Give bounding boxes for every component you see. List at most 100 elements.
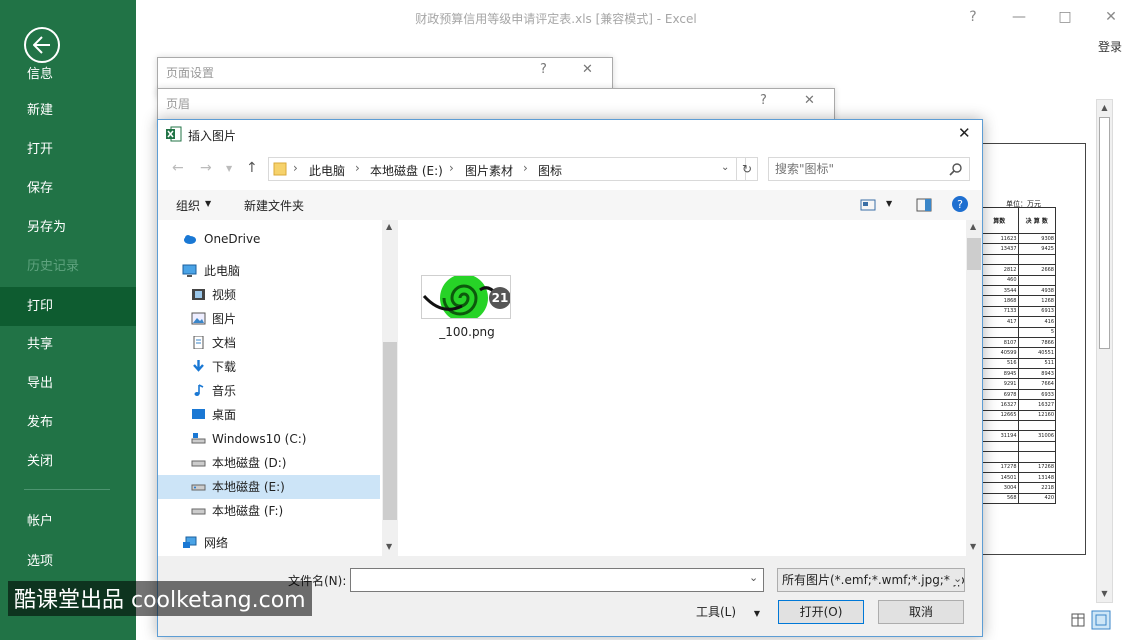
close-icon[interactable]: ✕ (958, 124, 971, 142)
scroll-up-arrow-icon[interactable]: ▲ (970, 222, 976, 231)
sidebar-item-save[interactable]: 保存 (0, 170, 136, 208)
minimize-icon[interactable]: — (1004, 6, 1034, 28)
help-icon[interactable]: ? (760, 93, 767, 108)
nav-item-drive-d[interactable]: 本地磁盘 (D:) (158, 451, 380, 475)
scroll-thumb[interactable] (1099, 117, 1110, 349)
search-icon[interactable] (949, 162, 963, 176)
drive-icon (191, 484, 206, 491)
sidebar-item-options[interactable]: 选项 (0, 543, 136, 581)
search-input[interactable] (775, 161, 945, 177)
scroll-thumb[interactable] (967, 238, 981, 270)
back-icon[interactable]: ← (172, 160, 184, 176)
sidebar-item-save-as[interactable]: 另存为 (0, 209, 136, 247)
nav-item-desktop[interactable]: 桌面 (158, 403, 380, 427)
nav-item-drive-f[interactable]: 本地磁盘 (F:) (158, 499, 380, 523)
up-icon[interactable]: ↑ (246, 160, 258, 176)
view-chevron-icon[interactable]: ▼ (886, 199, 892, 208)
breadcrumb-item[interactable]: 此电脑 (309, 162, 345, 179)
scroll-up-arrow-icon[interactable]: ▲ (1097, 100, 1112, 116)
filename-field[interactable]: ⌄ (350, 568, 764, 592)
sidebar-item-export[interactable]: 导出 (0, 365, 136, 403)
scroll-down-arrow-icon[interactable]: ▼ (386, 542, 392, 551)
window-close-icon[interactable]: ✕ (1096, 6, 1126, 28)
insert-picture-dialog: 插入图片 ✕ ← → ▼ ↑ › 此电脑 › 本地磁盘 (E:) › 图片素材 … (157, 119, 983, 637)
view-options-icon[interactable] (860, 198, 876, 212)
filename-input[interactable] (355, 572, 735, 588)
help-icon[interactable]: ? (540, 62, 547, 77)
picture-icon (191, 312, 206, 325)
file-name: _100.png (439, 325, 495, 339)
nav-item-music[interactable]: 音乐 (158, 379, 380, 403)
nav-scrollbar[interactable]: ▲ ▼ (382, 220, 398, 556)
scroll-down-arrow-icon[interactable]: ▼ (1097, 586, 1112, 602)
filename-dropdown-icon[interactable]: ⌄ (749, 571, 758, 584)
sidebar-item-print[interactable]: 打印 (0, 287, 136, 326)
sidebar-item-share[interactable]: 共享 (0, 326, 136, 364)
back-arrow-icon[interactable] (24, 27, 60, 63)
page-view-icon[interactable] (1091, 610, 1111, 630)
nav-item-pictures[interactable]: 图片 (158, 307, 380, 331)
cancel-button[interactable]: 取消 (878, 600, 964, 624)
nav-item-label: 网络 (204, 536, 229, 550)
document-icon (193, 336, 204, 349)
open-button[interactable]: 打开(O) (778, 600, 864, 624)
file-type-filter[interactable]: 所有图片(*.emf;*.wmf;*.jpg;*.jpeg;*.png) (777, 568, 965, 592)
new-folder-button[interactable]: 新建文件夹 (244, 197, 304, 214)
table-row: 12665 12160 (980, 409, 1056, 422)
breadcrumb-item[interactable]: 图标 (538, 162, 562, 179)
file-scrollbar[interactable]: ▲ ▼ (966, 220, 982, 556)
nav-item-label: 本地磁盘 (D:) (212, 456, 287, 470)
nav-item-documents[interactable]: 文档 (158, 331, 380, 355)
close-icon[interactable]: ✕ (804, 93, 815, 108)
sidebar-item-publish[interactable]: 发布 (0, 404, 136, 442)
table-cell: 1268 (1017, 295, 1056, 307)
scroll-down-arrow-icon[interactable]: ▼ (970, 542, 976, 551)
filter-dropdown-icon[interactable]: ⌄ (951, 572, 963, 585)
drive-icon (191, 460, 206, 467)
recent-chevron-icon[interactable]: ▼ (226, 164, 232, 173)
tools-button[interactable]: 工具(L) ▼ (696, 603, 760, 620)
help-icon[interactable]: ? (951, 195, 969, 213)
preview-scrollbar[interactable]: ▲ ▼ (1096, 99, 1113, 603)
nav-item-onedrive[interactable]: OneDrive (158, 227, 380, 251)
sidebar-item-info[interactable]: 信息 (27, 63, 53, 82)
preview-pane-icon[interactable] (916, 198, 932, 212)
help-icon[interactable]: ? (958, 6, 988, 28)
normal-view-icon[interactable] (1071, 613, 1085, 627)
table-cell: 13437 (980, 243, 1019, 255)
nav-item-drive-c[interactable]: Windows10 (C:) (158, 427, 380, 451)
breadcrumb-item[interactable]: 本地磁盘 (E:) (370, 162, 443, 179)
refresh-icon[interactable]: ↻ (736, 157, 758, 181)
table-row: 17278 17268 (980, 461, 1056, 474)
nav-item-downloads[interactable]: 下载 (158, 355, 380, 379)
scroll-up-arrow-icon[interactable]: ▲ (386, 222, 392, 231)
nav-item-drive-e[interactable]: 本地磁盘 (E:) (158, 475, 380, 499)
table-row: 417 416 (980, 316, 1056, 328)
sidebar-item-new[interactable]: 新建 (0, 92, 136, 130)
file-item[interactable]: 21 _100.png (421, 275, 513, 339)
desktop-icon (192, 409, 205, 419)
table-cell (1017, 440, 1056, 453)
nav-item-video[interactable]: 视频 (158, 283, 380, 307)
nav-item-this-pc[interactable]: 此电脑 (158, 259, 380, 283)
scroll-thumb[interactable] (383, 342, 397, 520)
sidebar-item-open[interactable]: 打开 (0, 131, 136, 169)
view-toggle (1070, 610, 1130, 635)
search-box[interactable] (768, 157, 970, 181)
nav-item-label: 桌面 (212, 408, 237, 422)
breadcrumb-item[interactable]: 图片素材 (465, 162, 513, 179)
table-row: 3004 2218 (980, 482, 1056, 494)
nav-item-network[interactable]: 网络 (158, 531, 380, 555)
login-link[interactable]: 登录 (1098, 38, 1122, 55)
organize-button[interactable]: 组织 (176, 197, 200, 214)
download-icon (193, 360, 204, 372)
sidebar-item-close[interactable]: 关闭 (0, 443, 136, 481)
forward-icon[interactable]: → (200, 160, 212, 176)
table-cell: 7664 (1017, 378, 1056, 390)
address-dropdown-icon[interactable]: ⌄ (721, 162, 729, 173)
table-cell: 11623 (980, 232, 1019, 245)
address-bar[interactable]: › 此电脑 › 本地磁盘 (E:) › 图片素材 › 图标 ⌄ (268, 157, 746, 181)
close-icon[interactable]: ✕ (582, 62, 593, 77)
maximize-icon[interactable]: □ (1050, 6, 1080, 28)
sidebar-item-account[interactable]: 帐户 (0, 503, 136, 541)
